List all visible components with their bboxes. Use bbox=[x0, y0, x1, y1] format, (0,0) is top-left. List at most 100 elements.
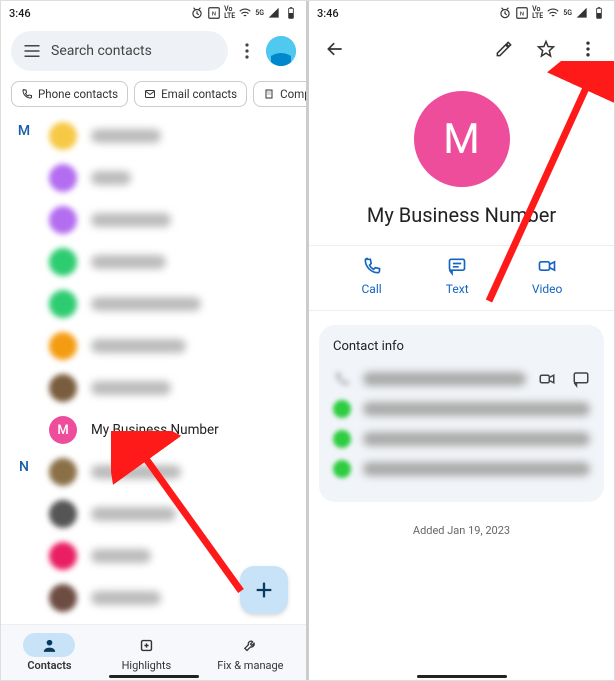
back-button[interactable] bbox=[317, 31, 353, 67]
svg-text:N: N bbox=[520, 11, 524, 17]
contact-row[interactable] bbox=[1, 493, 306, 535]
overflow-menu-button[interactable] bbox=[236, 43, 258, 59]
chip-company[interactable]: Compan bbox=[253, 81, 306, 107]
home-indicator[interactable] bbox=[417, 675, 507, 678]
video-small-icon[interactable] bbox=[538, 370, 556, 388]
overflow-menu-button[interactable] bbox=[570, 31, 606, 67]
network-label: 5G bbox=[563, 10, 572, 17]
contact-name-title: My Business Number bbox=[309, 193, 614, 245]
contact-row-my-business[interactable]: M My Business Number bbox=[1, 409, 306, 451]
status-time: 3:46 bbox=[9, 7, 31, 20]
contact-row[interactable] bbox=[1, 325, 306, 367]
action-call-button[interactable]: Call bbox=[361, 256, 383, 296]
nav-item-highlights[interactable]: Highlights bbox=[120, 633, 172, 672]
status-bar: 3:46 N VoLTE 5G bbox=[309, 1, 614, 25]
nav-contacts-label: Contacts bbox=[27, 659, 71, 672]
action-row: Call Text Video bbox=[309, 245, 614, 311]
svg-text:N: N bbox=[212, 11, 216, 17]
contact-name-label: My Business Number bbox=[91, 422, 219, 438]
home-indicator[interactable] bbox=[109, 675, 199, 678]
video-icon bbox=[536, 256, 558, 276]
email-small-icon bbox=[144, 88, 156, 100]
chip-company-label: Compan bbox=[280, 87, 306, 101]
battery-icon bbox=[592, 6, 606, 20]
pencil-icon bbox=[494, 39, 514, 59]
contact-row[interactable] bbox=[1, 367, 306, 409]
nav-fixmanage-label: Fix & manage bbox=[217, 659, 283, 672]
favorite-button[interactable] bbox=[528, 31, 564, 67]
filter-chips-row: Phone contacts Email contacts Compan bbox=[1, 77, 306, 115]
contact-row[interactable] bbox=[1, 283, 306, 325]
status-bar: 3:46 N VoLTE 5G bbox=[1, 1, 306, 25]
wifi-icon bbox=[238, 6, 252, 20]
search-row: Search contacts bbox=[1, 25, 306, 77]
edit-button[interactable] bbox=[486, 31, 522, 67]
chip-phone-contacts[interactable]: Phone contacts bbox=[11, 81, 128, 107]
signal-icon bbox=[575, 6, 589, 20]
add-contact-fab[interactable] bbox=[240, 566, 288, 614]
action-call-label: Call bbox=[362, 282, 382, 296]
action-text-button[interactable]: Text bbox=[446, 256, 469, 296]
signal-icon bbox=[267, 6, 281, 20]
status-time: 3:46 bbox=[317, 7, 339, 20]
chip-email-contacts[interactable]: Email contacts bbox=[134, 81, 247, 107]
message-small-icon[interactable] bbox=[572, 370, 590, 388]
action-video-button[interactable]: Video bbox=[532, 256, 563, 296]
contact-info-card: Contact info bbox=[319, 325, 604, 502]
whatsapp-blur-icon bbox=[333, 430, 351, 448]
phone-screen-contacts-list: 3:46 N VoLTE 5G Search contacts Phon bbox=[1, 1, 309, 680]
bottom-navigation: Contacts Highlights Fix & manage bbox=[1, 624, 306, 680]
arrow-left-icon bbox=[325, 39, 345, 59]
contact-avatar-wrapper: M bbox=[309, 73, 614, 193]
phone-small-icon bbox=[21, 88, 33, 100]
chip-phone-label: Phone contacts bbox=[38, 87, 118, 101]
star-icon bbox=[536, 39, 556, 59]
action-text-label: Text bbox=[446, 282, 469, 296]
phone-screen-contact-detail: 3:46 N VoLTE 5G M My Business bbox=[309, 1, 614, 680]
plus-icon bbox=[253, 579, 275, 601]
nav-item-fixmanage[interactable]: Fix & manage bbox=[217, 633, 283, 672]
whatsapp-blur-icon bbox=[333, 400, 351, 418]
contact-row[interactable] bbox=[1, 157, 306, 199]
phone-blur-icon bbox=[333, 370, 351, 388]
info-row[interactable] bbox=[333, 394, 590, 424]
search-placeholder: Search contacts bbox=[51, 43, 152, 59]
highlight-icon bbox=[138, 637, 155, 654]
avatar-letter: M bbox=[49, 416, 77, 444]
chip-email-label: Email contacts bbox=[161, 87, 237, 101]
battery-icon bbox=[284, 6, 298, 20]
alarm-icon bbox=[498, 6, 512, 20]
added-date-label: Added Jan 19, 2023 bbox=[309, 516, 614, 545]
contact-row[interactable] bbox=[1, 241, 306, 283]
info-row[interactable] bbox=[333, 424, 590, 454]
vertical-dots-icon bbox=[245, 43, 249, 59]
wifi-icon bbox=[546, 6, 560, 20]
alarm-icon bbox=[190, 6, 204, 20]
action-video-label: Video bbox=[532, 282, 563, 296]
nfc-icon: N bbox=[207, 6, 221, 20]
person-icon bbox=[41, 637, 58, 654]
info-row-phone[interactable] bbox=[333, 364, 590, 394]
nav-item-contacts[interactable]: Contacts bbox=[23, 633, 75, 672]
network-label: 5G bbox=[255, 10, 264, 17]
detail-toolbar bbox=[309, 25, 614, 73]
nav-highlights-label: Highlights bbox=[122, 659, 172, 672]
vertical-dots-icon bbox=[578, 39, 598, 59]
wrench-icon bbox=[242, 637, 259, 654]
whatsapp-blur-icon bbox=[333, 460, 351, 478]
nfc-icon: N bbox=[515, 6, 529, 20]
text-icon bbox=[446, 256, 468, 276]
volte-icon: VoLTE bbox=[224, 6, 235, 20]
contact-avatar[interactable]: M bbox=[414, 91, 510, 187]
search-box[interactable]: Search contacts bbox=[11, 31, 228, 71]
info-title-label: Contact info bbox=[333, 339, 590, 354]
info-row[interactable] bbox=[333, 454, 590, 484]
contact-row[interactable] bbox=[1, 451, 306, 493]
hamburger-icon bbox=[23, 44, 41, 58]
contact-row[interactable] bbox=[1, 115, 306, 157]
section-header-n: N bbox=[15, 459, 33, 475]
contact-row[interactable] bbox=[1, 199, 306, 241]
section-header-m: M bbox=[15, 123, 33, 139]
contacts-list[interactable]: M M My Business Number N bbox=[1, 115, 306, 624]
profile-avatar[interactable] bbox=[266, 36, 296, 66]
